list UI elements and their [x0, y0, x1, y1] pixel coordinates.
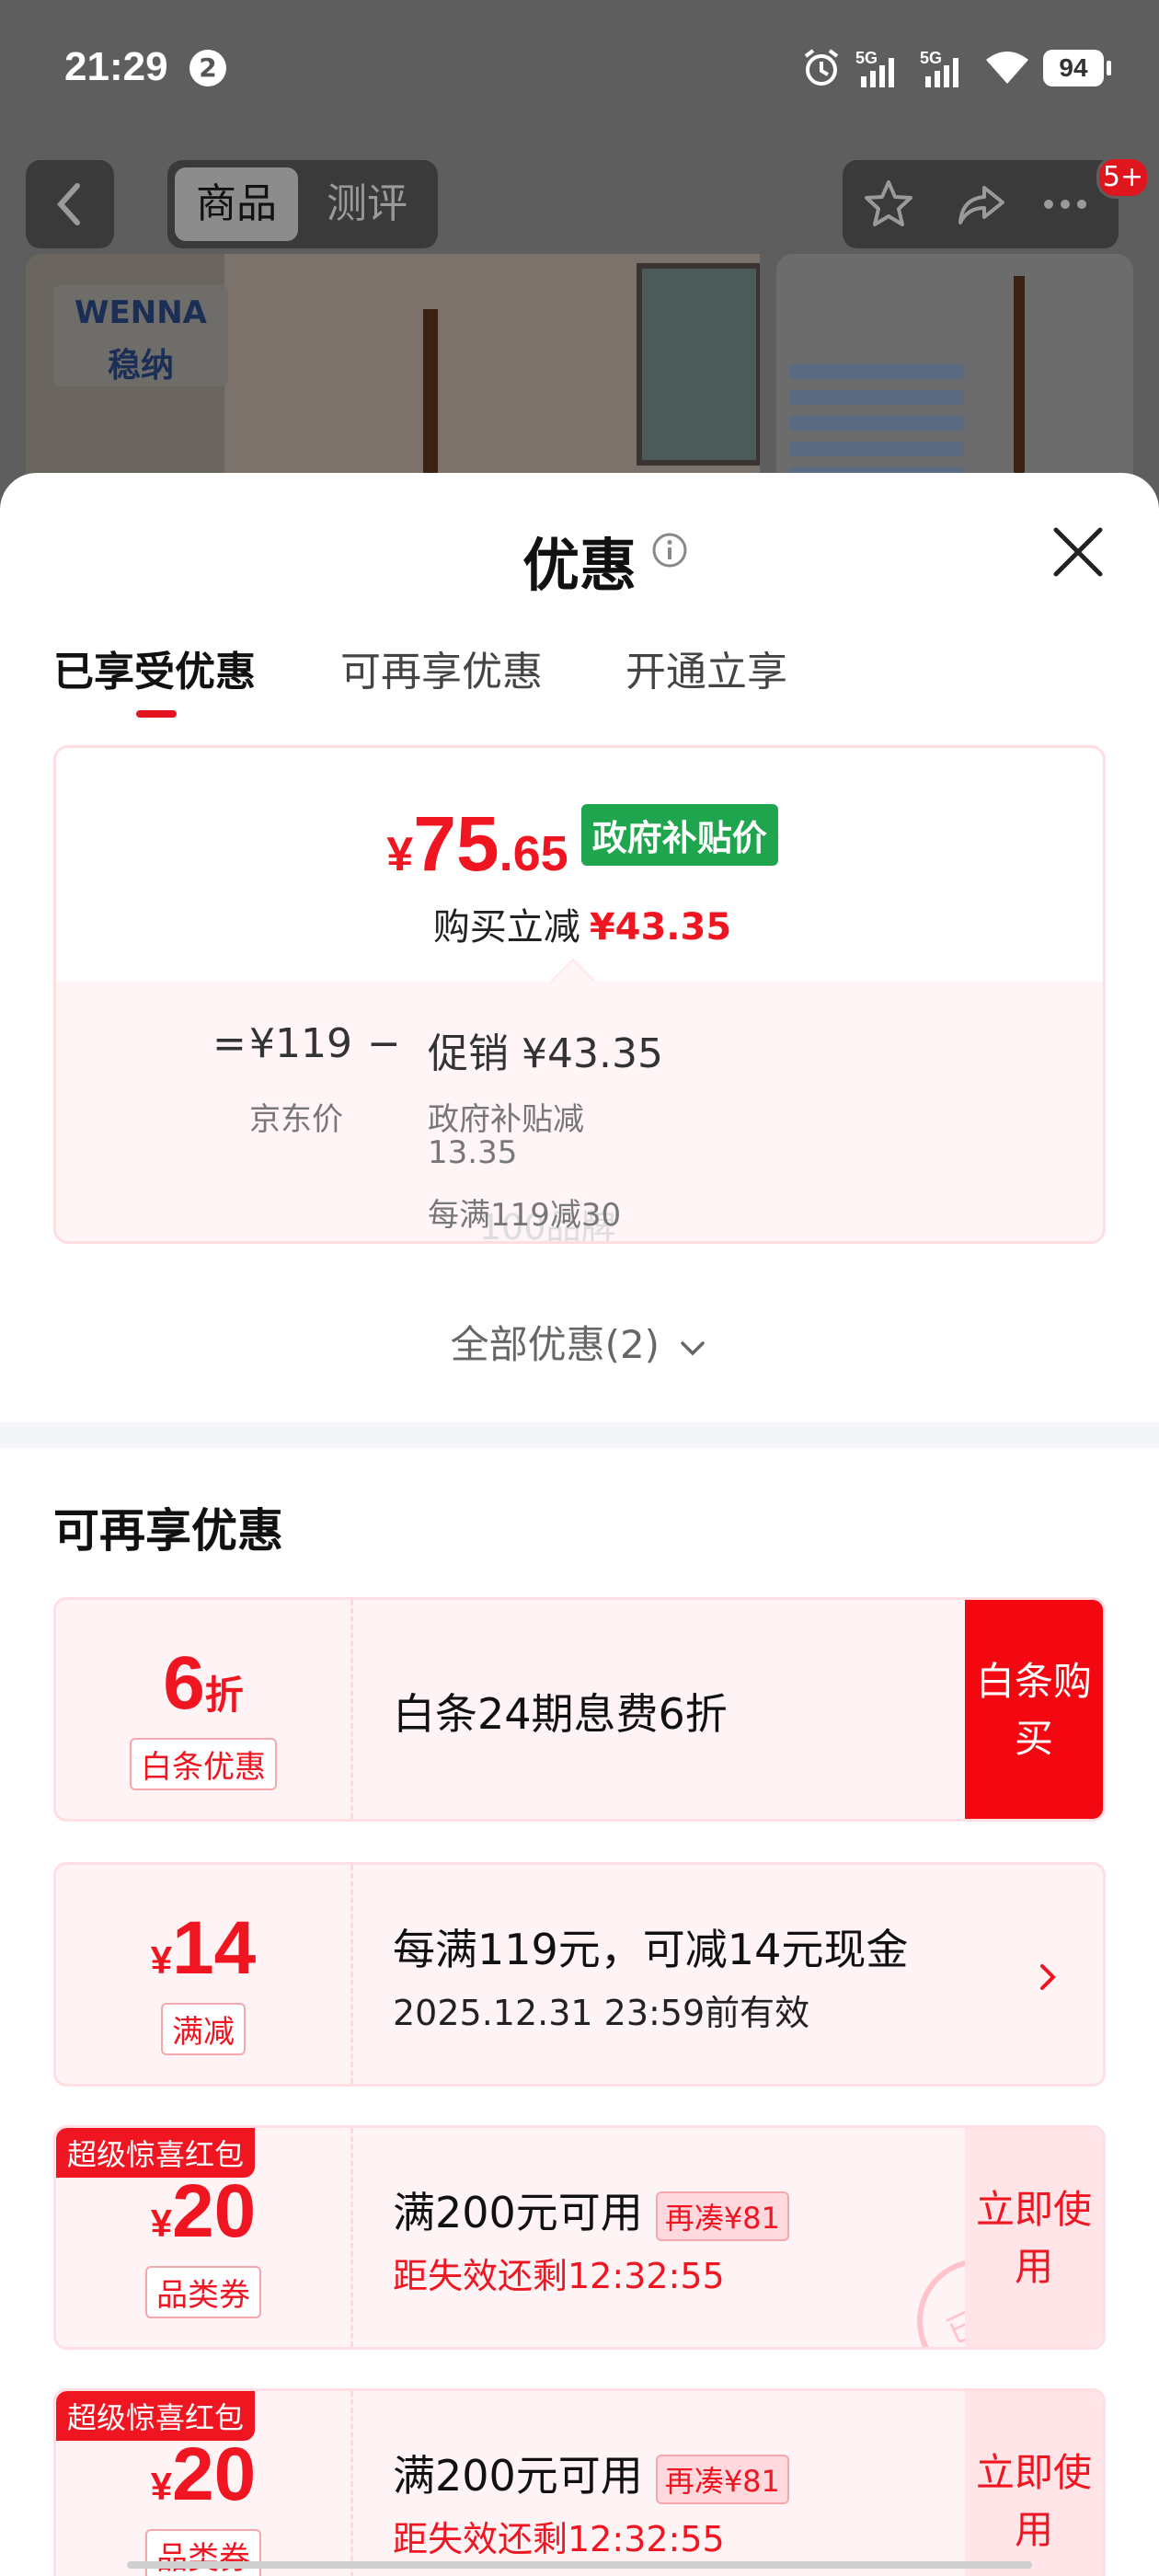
product-image-detail	[776, 254, 1133, 493]
baitiao-buy-button[interactable]: 白条购买	[965, 1600, 1103, 1819]
svg-text:5G: 5G	[855, 49, 878, 67]
section-divider	[0, 1422, 1159, 1448]
sheet-title: 优惠	[522, 532, 637, 599]
coupon-countdown: 距失效还剩12:32:55	[393, 2519, 725, 2559]
jd-price-label: 京东价	[249, 1101, 343, 1138]
coupon-red-packet-2: ¥20 品类券 超级惊喜红包 满200元可用 再凑¥81 距失效还剩12:32:5…	[53, 2388, 1106, 2576]
coupon-description: 白条24期息费6折	[393, 1689, 728, 1739]
back-button[interactable]	[26, 160, 114, 248]
wifi-icon	[986, 52, 1028, 84]
chevron-right-icon	[1040, 1964, 1056, 1990]
chevron-left-icon	[56, 183, 80, 225]
more-icon[interactable]	[1038, 177, 1093, 232]
top-up-badge: 再凑¥81	[655, 2454, 789, 2504]
coupon-full-reduction[interactable]: ¥14 满减 每满119元，可减14元现金 2025.12.31 23:59前有…	[53, 1862, 1106, 2087]
coupon-amount: ¥14	[150, 1906, 257, 1990]
status-bar: 21:29 2 5G 5G 94	[0, 0, 1159, 138]
coupon-amount: ¥20	[150, 2169, 257, 2253]
final-price: ¥75.65	[386, 800, 568, 887]
promo-rule: 每满119减30	[428, 1197, 622, 1234]
super-red-packet-label: 超级惊喜红包	[56, 2128, 256, 2178]
tab-open-to-enjoy[interactable]: 开通立享	[625, 638, 787, 697]
active-tab-indicator	[136, 710, 177, 718]
coupon-value-panel: 6折 白条优惠	[56, 1600, 353, 1819]
all-offers-toggle[interactable]: 全部优惠(2)	[0, 1314, 1159, 1370]
alarm-icon	[804, 49, 839, 86]
instant-reduce-amount: ¥43.35	[589, 906, 732, 949]
coupon-countdown: 距失效还剩12:32:55	[393, 2256, 725, 2296]
top-up-badge: 再凑¥81	[655, 2191, 789, 2241]
price-calculation: = ¥119 − 促销 ¥43.35 京东价 政府补贴减 13.35 100品牌…	[56, 982, 1103, 1241]
coupon-description: 每满119元，可减14元现金	[393, 1925, 909, 1974]
super-red-packet-label: 超级惊喜红包	[56, 2391, 256, 2441]
coupon-condition: 满200元可用 再凑¥81	[393, 2179, 789, 2241]
coupon-condition: 满200元可用 再凑¥81	[393, 2443, 789, 2504]
coupon-baitiao: 6折 白条优惠 白条24期息费6折 白条购买	[53, 1597, 1106, 1822]
enjoyed-discount-card: ¥75.65 政府补贴价 购买立减 ¥43.35 = ¥119 − 促销 ¥43.3…	[53, 745, 1106, 1244]
minus-sign: −	[367, 1020, 401, 1067]
coupon-validity: 2025.12.31 23:59前有效	[393, 1993, 810, 2033]
instant-reduce-row: 购买立减 ¥43.35	[56, 897, 1103, 950]
signal-5g-icon: 5G	[855, 49, 894, 87]
coupon-type-tag: 白条优惠	[130, 1738, 277, 1790]
jd-price: ¥119	[249, 1020, 352, 1067]
tab-enjoyed-discounts[interactable]: 已享受优惠	[53, 638, 256, 697]
discount-sheet: 优惠 已享受优惠 可再享优惠 开通立享 ¥75.65 政府补贴价 购买立减 ¥43.…	[0, 473, 1159, 2576]
use-now-button[interactable]: 立即使用	[965, 2391, 1103, 2576]
instant-reduce-label: 购买立减	[432, 906, 580, 949]
equals-sign: =	[212, 1020, 247, 1067]
coupon-discount-value: 6折	[163, 1641, 244, 1725]
status-icons: 5G 5G 94	[800, 42, 1111, 94]
tab-review[interactable]: 测评	[305, 167, 429, 241]
chevron-down-icon	[681, 1340, 706, 1355]
product-image-carousel[interactable]: WENNA 稳纳	[26, 254, 1133, 493]
coupon-value-panel: ¥14 满减	[56, 1865, 353, 2084]
close-icon[interactable]	[1049, 523, 1107, 581]
all-offers-label: 全部优惠(2)	[450, 1322, 660, 1367]
product-image-main: WENNA 稳纳	[26, 254, 760, 493]
coupon-type-tag: 满减	[161, 2003, 246, 2055]
promo-total: 促销 ¥43.35	[428, 1030, 663, 1077]
share-icon[interactable]	[953, 177, 1008, 232]
svg-text:5G: 5G	[920, 49, 942, 67]
star-icon[interactable]	[861, 177, 916, 232]
info-icon[interactable]	[651, 532, 688, 569]
gov-subsidy-label: 政府补贴减	[428, 1101, 584, 1138]
gov-subsidy-badge: 政府补贴价	[580, 804, 778, 866]
section-title-more-discounts: 可再享优惠	[53, 1504, 283, 1558]
top-right-actions	[843, 160, 1119, 248]
tab-more-discounts[interactable]: 可再享优惠	[340, 638, 543, 697]
coupon-type-tag: 品类券	[145, 2266, 261, 2318]
coupon-type-tag: 品类券	[145, 2529, 261, 2576]
gov-subsidy-amount: 13.35	[428, 1134, 518, 1171]
product-top-nav: 商品 测评	[0, 158, 1159, 250]
message-count-badge: 5+	[1096, 156, 1150, 199]
coupon-red-packet-1: ¥20 品类券 超级惊喜红包 满200元可用 再凑¥81 距失效还剩12:32:5…	[53, 2125, 1106, 2350]
product-tab-switcher: 商品 测评	[167, 160, 438, 248]
status-time: 21:29	[64, 44, 168, 89]
brand-logo: WENNA 稳纳	[53, 285, 228, 386]
battery-indicator: 94	[1043, 50, 1111, 86]
tab-product[interactable]: 商品	[175, 167, 298, 241]
signal-5g-icon-2: 5G	[920, 49, 958, 87]
use-now-button[interactable]: 立即使用	[965, 2128, 1103, 2347]
final-price-row: ¥75.65 政府补贴价	[56, 799, 1103, 889]
notification-count-badge: 2	[189, 50, 226, 86]
home-indicator[interactable]	[127, 2561, 1032, 2569]
coupon-amount: ¥20	[150, 2432, 257, 2516]
